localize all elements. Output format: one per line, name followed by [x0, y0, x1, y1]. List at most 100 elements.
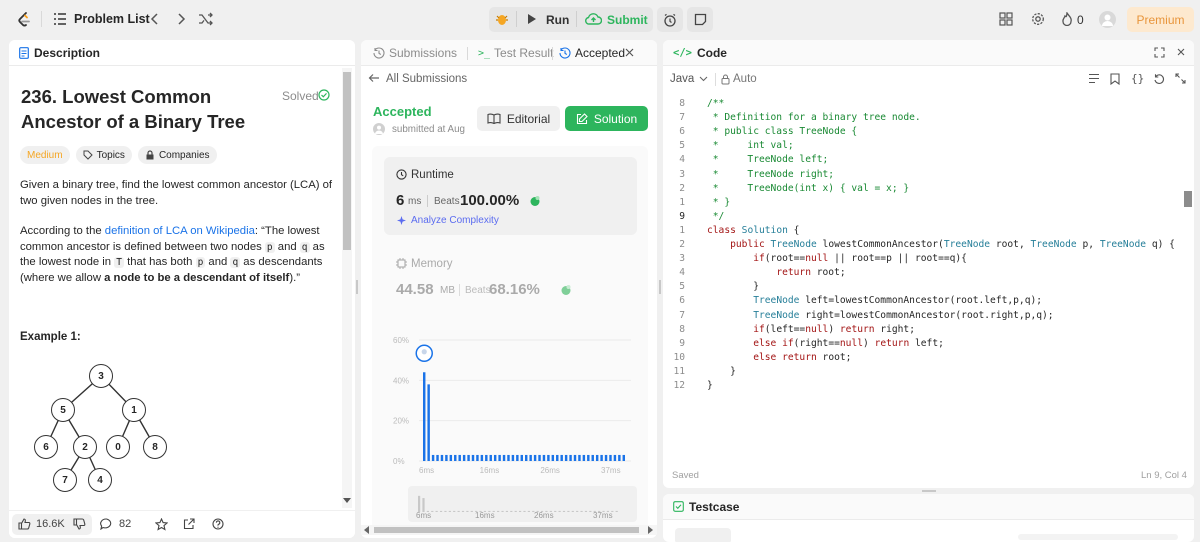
description-scrollbar[interactable] — [342, 68, 352, 508]
distribution-bar[interactable] — [604, 454, 608, 461]
distribution-bar[interactable] — [449, 454, 453, 461]
distribution-bar[interactable] — [520, 454, 524, 461]
all-submissions-link[interactable]: All Submissions — [386, 73, 467, 85]
distribution-bar[interactable] — [560, 454, 563, 461]
solution-button[interactable]: Solution — [565, 106, 648, 131]
distribution-bar[interactable] — [525, 454, 528, 461]
expand-icon[interactable] — [1175, 73, 1186, 84]
distribution-bar[interactable] — [587, 454, 590, 461]
code-line[interactable]: 6 * public class TreeNode { — [663, 125, 1178, 139]
distribution-bar[interactable] — [427, 384, 430, 461]
distribution-bar[interactable] — [582, 454, 586, 461]
wikipedia-link[interactable]: definition of LCA on Wikipedia — [105, 225, 255, 237]
distribution-bar[interactable] — [569, 454, 572, 461]
distribution-bar[interactable] — [516, 454, 519, 461]
code-line[interactable]: 5 * int val; — [663, 139, 1178, 153]
next-problem-icon[interactable] — [176, 12, 186, 26]
scroll-right-icon[interactable] — [647, 526, 653, 534]
distribution-bar[interactable] — [511, 454, 515, 461]
code-line[interactable]: 6 TreeNode left=lowestCommonAncestor(roo… — [663, 294, 1178, 308]
settings-gear-icon[interactable] — [1031, 12, 1045, 26]
distribution-bar[interactable] — [436, 454, 439, 461]
timer-icon[interactable] — [657, 7, 683, 32]
problem-list-icon[interactable] — [53, 12, 67, 26]
help-icon[interactable] — [212, 518, 224, 530]
test-result-tab[interactable]: >_ Test Result — [478, 46, 553, 60]
distribution-bar[interactable] — [538, 454, 541, 461]
distribution-bar[interactable] — [542, 454, 546, 461]
maximize-icon[interactable] — [1154, 47, 1165, 58]
distribution-bar[interactable] — [431, 454, 435, 461]
leetcode-logo-icon[interactable] — [16, 11, 32, 28]
problem-list-link[interactable]: Problem List — [74, 12, 150, 26]
code-line[interactable]: 1 class Solution { — [663, 224, 1178, 238]
code-line[interactable]: 12} — [663, 379, 1178, 393]
user-position-marker[interactable] — [415, 344, 433, 363]
code-line[interactable]: 9 */ — [663, 210, 1178, 224]
code-line[interactable]: 2 public TreeNode lowestCommonAncestor(T… — [663, 238, 1178, 252]
format-icon[interactable] — [1088, 73, 1100, 84]
distribution-bar[interactable] — [622, 454, 626, 461]
distribution-bar[interactable] — [467, 454, 470, 461]
distribution-bar[interactable] — [547, 454, 550, 461]
distribution-bar[interactable] — [502, 454, 506, 461]
distribution-bar[interactable] — [529, 454, 532, 461]
reset-icon[interactable] — [1153, 73, 1165, 85]
code-editor[interactable]: 8 /** 7 * Definition for a binary tree nod… — [663, 97, 1194, 457]
layout-icon[interactable] — [999, 12, 1013, 26]
run-button[interactable]: Run — [546, 13, 569, 27]
comment-icon[interactable] — [100, 518, 113, 530]
resize-handle[interactable] — [659, 280, 661, 294]
code-line[interactable]: 3 * TreeNode right; — [663, 168, 1178, 182]
code-line[interactable]: 2 * TreeNode(int x) { val = x; } — [663, 182, 1178, 196]
submit-button[interactable]: Submit — [607, 13, 648, 27]
distribution-bar[interactable] — [462, 454, 466, 461]
submissions-tab[interactable]: Submissions — [373, 46, 457, 60]
distribution-bar[interactable] — [533, 454, 537, 461]
braces-icon[interactable]: {} — [1131, 72, 1144, 85]
analyze-complexity-link[interactable]: Analyze Complexity — [411, 215, 499, 226]
code-line[interactable]: 4 return root; — [663, 266, 1178, 280]
distribution-bar[interactable] — [556, 454, 559, 461]
distribution-bar[interactable] — [498, 454, 501, 461]
distribution-bar[interactable] — [578, 454, 581, 461]
debug-icon[interactable] — [494, 11, 510, 27]
code-line[interactable]: 8 if(left==null) return right; — [663, 323, 1178, 337]
scroll-down-icon[interactable] — [343, 498, 351, 504]
distribution-bar[interactable] — [458, 454, 461, 461]
prev-problem-icon[interactable] — [150, 12, 160, 26]
distribution-bar[interactable] — [551, 454, 555, 461]
testcase-case-chip[interactable] — [675, 528, 731, 542]
memory-card[interactable]: Memory 44.58 MB Beats 68.16% — [384, 248, 637, 308]
accepted-tab[interactable]: Accepted — [559, 46, 625, 60]
distribution-bar[interactable] — [480, 454, 484, 461]
submit-cloud-icon[interactable] — [585, 12, 602, 25]
distribution-bar[interactable] — [564, 454, 568, 461]
companies-tag[interactable]: Companies — [137, 146, 217, 164]
share-icon[interactable] — [183, 518, 195, 530]
auto-mode[interactable]: Auto — [733, 73, 757, 85]
topics-tag[interactable]: Topics — [75, 146, 132, 164]
language-select[interactable]: Java — [670, 73, 708, 85]
distribution-bar[interactable] — [618, 454, 621, 461]
shuffle-icon[interactable] — [198, 12, 214, 26]
code-line[interactable]: 5 } — [663, 280, 1178, 294]
distribution-bar[interactable] — [595, 454, 599, 461]
notes-icon[interactable] — [687, 7, 713, 32]
distribution-bar[interactable] — [600, 454, 603, 461]
resize-handle[interactable] — [356, 280, 358, 294]
editor-scrollbar[interactable] — [1182, 97, 1194, 457]
close-tab-icon[interactable] — [625, 48, 634, 57]
distribution-bar[interactable] — [613, 454, 617, 461]
distribution-bar[interactable] — [591, 454, 594, 461]
collapse-icon[interactable] — [1176, 47, 1186, 57]
distribution-bar[interactable] — [507, 454, 510, 461]
distribution-bar[interactable] — [609, 454, 612, 461]
distribution-bar[interactable] — [423, 372, 426, 461]
code-line[interactable]: 3 if(root==null || root==p || root==q){ — [663, 252, 1178, 266]
testcase-tab[interactable]: Testcase — [663, 494, 1194, 520]
code-line[interactable]: 8 /** — [663, 97, 1178, 111]
distribution-bar[interactable] — [489, 454, 492, 461]
distribution-bar[interactable] — [471, 454, 475, 461]
submission-scrollbar[interactable] — [361, 525, 657, 535]
